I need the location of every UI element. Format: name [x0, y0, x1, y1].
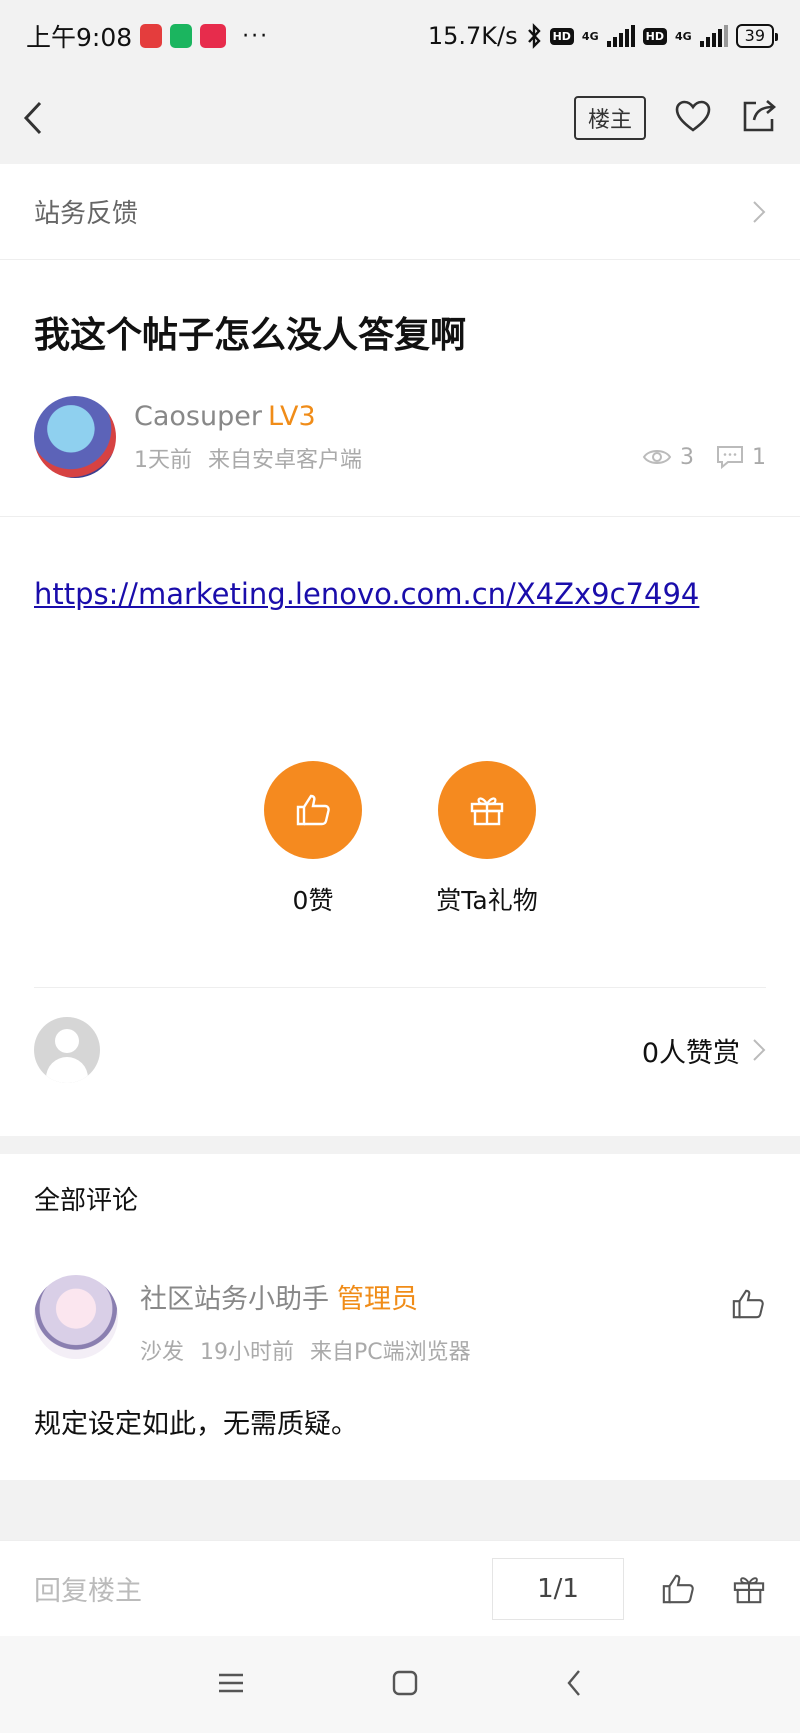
thumbs-up-icon	[296, 794, 330, 826]
hd-badge: HD	[549, 27, 574, 45]
post-title: 我这个帖子怎么没人答复啊	[34, 315, 467, 356]
comment-icon	[717, 446, 743, 469]
page-selector[interactable]: 1/1	[492, 1557, 624, 1620]
gift-action[interactable]: 赏Ta礼物	[436, 761, 538, 917]
post-source: 来自安卓客户端	[208, 447, 363, 473]
gift-button[interactable]	[438, 761, 536, 859]
divider	[0, 516, 800, 517]
security-app-icon	[170, 24, 193, 48]
default-avatar-icon	[34, 1017, 100, 1083]
network-type-2: 4G	[674, 29, 692, 43]
app-notification-icon	[140, 24, 163, 48]
status-time: 上午9:08	[26, 23, 133, 52]
menu-icon	[219, 1673, 243, 1692]
share-button[interactable]	[740, 98, 778, 138]
heart-icon	[675, 100, 711, 132]
bottom-like-button[interactable]	[660, 1572, 696, 1606]
author-name: Caosuper	[134, 400, 262, 432]
bluetooth-icon	[527, 23, 541, 49]
author-level: LV3	[267, 400, 316, 432]
reward-row[interactable]: 0人赞赏	[34, 988, 766, 1112]
share-icon	[743, 100, 776, 132]
like-count-label: 0赞	[292, 886, 334, 915]
commenter-avatar[interactable]	[34, 1275, 118, 1359]
reply-input[interactable]: 回复楼主	[34, 1569, 492, 1608]
battery-icon: 39	[735, 24, 779, 48]
gift-label: 赏Ta礼物	[436, 886, 538, 915]
commenter-role-badge: 管理员	[337, 1284, 418, 1315]
status-bar: 上午9:08 ··· 15.7K/s HD 4G HD 4G 39	[0, 0, 800, 72]
system-back-button[interactable]	[566, 1669, 582, 1701]
thumbs-up-icon	[732, 1289, 764, 1319]
eye-icon	[642, 450, 672, 464]
gift-icon	[733, 1576, 765, 1603]
view-count-value: 3	[680, 444, 694, 470]
post-time: 1天前	[134, 447, 192, 473]
reward-count: 0人赞赏	[641, 1037, 740, 1069]
back-icon	[567, 1669, 580, 1696]
author-avatar[interactable]	[34, 396, 116, 478]
more-notifications-icon: ···	[242, 23, 270, 49]
post-card: 我这个帖子怎么没人答复啊 Caosuper LV3 1天前 来自安卓客户端 3 1…	[0, 260, 800, 1136]
comment-item: 社区站务小助手 管理员 沙发 19小时前 来自PC端浏览器	[34, 1275, 766, 1366]
bottom-reply-bar: 回复楼主 1/1	[0, 1540, 800, 1636]
shopping-app-icon	[200, 24, 227, 48]
comments-section: 全部评论 社区站务小助手 管理员 沙发 19小时前 来自PC端浏览器 规定设定如此…	[0, 1154, 800, 1480]
system-nav-bar	[0, 1636, 800, 1733]
bottom-gift-button[interactable]	[732, 1573, 766, 1605]
forum-breadcrumb[interactable]: 站务反馈	[0, 164, 800, 260]
comment-text: 规定设定如此，无需质疑。	[34, 1409, 358, 1440]
like-button[interactable]	[264, 761, 362, 859]
signal-icon-2	[699, 25, 728, 47]
post-actions: 0赞 赏Ta礼物	[34, 761, 766, 917]
commenter-name[interactable]: 社区站务小助手	[140, 1284, 329, 1315]
signal-icon	[606, 25, 635, 47]
comment-count: 1	[716, 445, 766, 470]
author-row: Caosuper LV3 1天前 来自安卓客户端 3 1	[34, 396, 766, 478]
battery-level: 39	[744, 26, 765, 45]
hd-badge-2: HD	[642, 27, 667, 45]
chevron-right-icon	[753, 1039, 766, 1061]
favorite-button[interactable]	[674, 99, 712, 137]
author-name-line[interactable]: Caosuper LV3	[134, 401, 642, 432]
back-icon	[23, 101, 42, 135]
comments-title: 全部评论	[34, 1186, 139, 1216]
thumbs-up-icon	[662, 1574, 694, 1603]
top-nav-bar: 楼主	[0, 72, 800, 164]
menu-button[interactable]	[218, 1672, 244, 1698]
comment-like-button[interactable]	[730, 1287, 766, 1325]
network-type: 4G	[581, 29, 599, 43]
like-action[interactable]: 0赞	[263, 761, 363, 917]
comment-source: 来自PC端浏览器	[310, 1340, 471, 1365]
forum-name: 站务反馈	[34, 199, 139, 229]
back-button[interactable]	[22, 98, 62, 138]
view-count: 3	[642, 445, 694, 470]
gift-icon	[470, 797, 504, 826]
chevron-right-icon	[753, 200, 766, 223]
home-square-icon	[392, 1670, 418, 1695]
post-link[interactable]: https://marketing.lenovo.com.cn/X4Zx9c74…	[34, 577, 766, 611]
louzhu-only-button[interactable]: 楼主	[573, 96, 646, 140]
comment-floor: 沙发	[140, 1340, 185, 1365]
home-button[interactable]	[392, 1670, 418, 1700]
network-speed: 15.7K/s	[427, 22, 518, 50]
comment-count-value: 1	[752, 444, 766, 470]
comment-time: 19小时前	[200, 1340, 295, 1365]
